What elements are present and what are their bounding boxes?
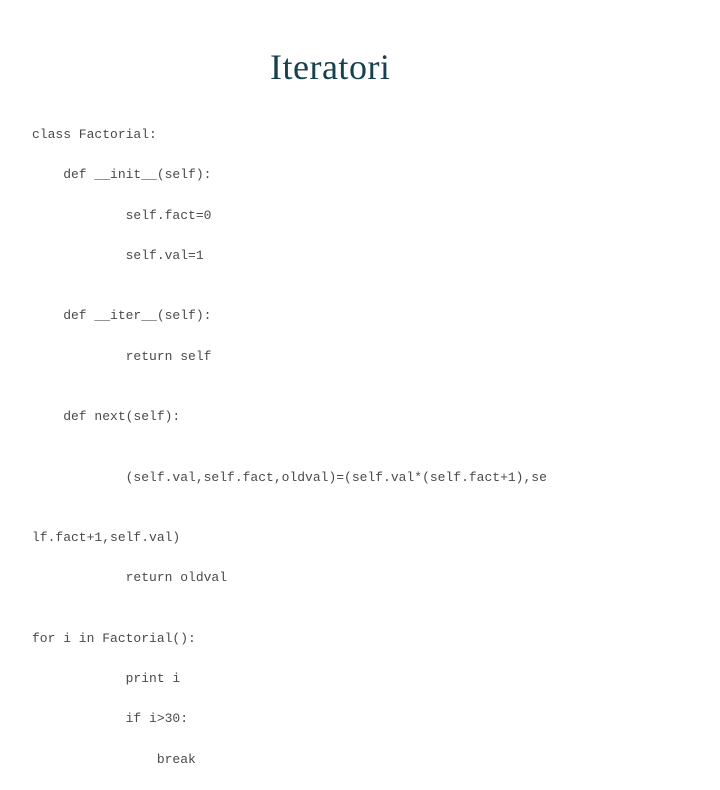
- code-line: self.val=1: [32, 246, 700, 266]
- code-line: return oldval: [32, 568, 700, 588]
- code-line: lf.fact+1,self.val): [32, 528, 700, 548]
- code-line: self.fact=0: [32, 206, 700, 226]
- code-line: break: [32, 750, 700, 770]
- code-line: if i>30:: [32, 709, 700, 729]
- code-line: def next(self):: [32, 407, 700, 427]
- code-line: def __init__(self):: [32, 165, 700, 185]
- code-line: (self.val,self.fact,oldval)=(self.val*(s…: [32, 468, 700, 488]
- slide-title: Iteratori: [270, 46, 390, 88]
- code-line: print i: [32, 669, 700, 689]
- code-line: for i in Factorial():: [32, 629, 700, 649]
- code-line: class Factorial:: [32, 125, 700, 145]
- code-line: def __iter__(self):: [32, 306, 700, 326]
- code-block: class Factorial: def __init__(self): sel…: [32, 105, 700, 790]
- code-line: return self: [32, 347, 700, 367]
